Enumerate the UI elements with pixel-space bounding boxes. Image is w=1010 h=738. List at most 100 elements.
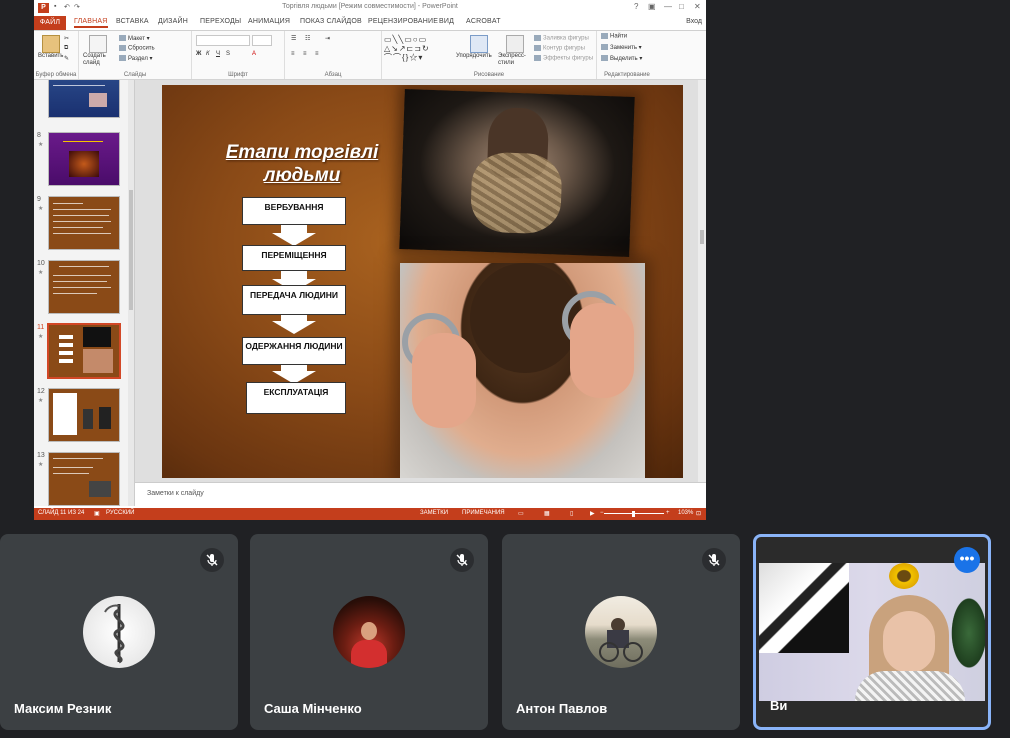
align-right-icon[interactable]: ≡ — [315, 51, 319, 57]
copy-icon[interactable]: ⧉ — [64, 45, 68, 52]
participant-tile[interactable]: Саша Мінченко — [250, 534, 488, 730]
zoom-slider-thumb[interactable] — [632, 511, 635, 517]
thumbnail-7-preview — [48, 80, 120, 118]
thumb-text-line — [53, 467, 93, 468]
avatar — [333, 596, 405, 668]
zoom-out-icon[interactable]: − — [600, 510, 604, 516]
slide-sorter-icon[interactable]: ▦ — [544, 510, 550, 517]
section-button[interactable]: Раздел ▾ — [119, 55, 153, 62]
help-icon[interactable]: ? — [634, 2, 638, 11]
tab-home[interactable]: ГЛАВНАЯ — [74, 18, 108, 28]
format-painter-icon[interactable]: ✎ — [64, 55, 69, 62]
thumb-text-line — [53, 215, 109, 216]
paste-icon[interactable] — [42, 35, 60, 53]
reset-button[interactable]: Сбросить — [119, 45, 155, 52]
step-receipt: ОДЕРЖАННЯ ЛЮДИНИ — [242, 337, 346, 365]
thumb-text-line — [53, 221, 111, 222]
paste-button[interactable]: Вставить — [38, 53, 63, 59]
shape-outline-button[interactable]: Контур фигуры — [534, 45, 585, 52]
quick-styles-button[interactable]: Экспресс-стили — [498, 53, 528, 67]
plant-decoration — [949, 593, 985, 673]
new-slide-button[interactable]: Создать слайд — [83, 53, 117, 67]
more-options-button[interactable]: ••• — [954, 547, 980, 573]
scrollbar-thumb[interactable] — [700, 230, 704, 244]
notes-placeholder: Заметки к слайду — [147, 490, 204, 497]
language-indicator[interactable]: РУССКИЙ — [106, 510, 134, 516]
animation-star-icon: ★ — [38, 398, 44, 404]
tab-animation[interactable]: АНИМАЦИЯ — [248, 18, 290, 25]
layout-button[interactable]: Макет ▾ — [119, 35, 150, 42]
align-left-icon[interactable]: ≡ — [291, 51, 295, 57]
slide-counter: СЛАЙД 11 ИЗ 24 — [38, 510, 85, 516]
numbering-icon[interactable]: ☷ — [305, 35, 310, 42]
italic-button[interactable]: К — [206, 51, 210, 57]
cut-icon[interactable]: ✂ — [64, 35, 69, 42]
thumb-number: 11 — [37, 324, 45, 331]
shape-effects-button[interactable]: Эффекты фигуры — [534, 55, 593, 62]
thumbnail-13-preview — [48, 452, 120, 506]
mic-muted-icon — [702, 548, 726, 572]
underline-button[interactable]: Ч — [216, 51, 220, 57]
notes-pane[interactable]: Заметки к слайду — [135, 482, 706, 509]
animation-star-icon: ★ — [38, 142, 44, 148]
font-color-button[interactable]: A — [252, 51, 256, 57]
reading-view-icon[interactable]: ▯ — [570, 510, 573, 517]
ribbon-options-icon[interactable]: ▣ — [648, 2, 656, 11]
zoom-level[interactable]: 103% — [678, 510, 693, 516]
tab-acrobat[interactable]: ACROBAT — [466, 18, 501, 25]
window-title: Торгівля людьми [Режим совместимости] - … — [282, 3, 458, 10]
current-slide[interactable]: Етапи торгівлі людьми ВЕРБУВАННЯ ПЕРЕМІЩ… — [162, 85, 683, 478]
shadow-button[interactable]: S — [226, 51, 230, 57]
tab-review[interactable]: РЕЦЕНЗИРОВАНИЕ — [368, 18, 438, 25]
new-slide-icon[interactable] — [89, 35, 107, 53]
spellcheck-icon[interactable]: ▣ — [94, 510, 100, 517]
tab-view[interactable]: ВИД — [439, 18, 454, 25]
thumbnails-scrollbar[interactable] — [128, 80, 134, 506]
bold-button[interactable]: Ж — [196, 51, 201, 57]
font-name-input[interactable] — [196, 35, 250, 46]
shared-screen-powerpoint: P ▪ ↶ ↷ Торгівля людьми [Режим совместим… — [34, 0, 706, 520]
shape-fill-button[interactable]: Заливка фигуры — [534, 35, 589, 42]
arrange-icon[interactable] — [470, 35, 488, 53]
slideshow-icon[interactable]: ▶ — [590, 510, 595, 517]
thumb-image — [99, 407, 111, 429]
tab-file[interactable]: ФАЙЛ — [34, 16, 66, 30]
participant-tile[interactable]: Максим Резник — [0, 534, 238, 730]
arrange-button[interactable]: Упорядочить — [456, 53, 492, 59]
find-button[interactable]: Найти — [601, 33, 627, 40]
slide-editor: Етапи торгівлі людьми ВЕРБУВАННЯ ПЕРЕМІЩ… — [135, 80, 706, 482]
ppt-titlebar: P ▪ ↶ ↷ Торгівля людьми [Режим совместим… — [34, 0, 706, 16]
thumb-text-line — [63, 141, 103, 142]
tab-insert[interactable]: ВСТАВКА — [116, 18, 149, 25]
minimize-icon[interactable]: — — [664, 2, 672, 11]
step-transfer: ПЕРЕДАЧА ЛЮДИНИ — [242, 285, 346, 315]
self-sweater — [855, 671, 965, 701]
avatar-face — [361, 622, 377, 640]
fit-slide-icon[interactable]: ⊡ — [696, 510, 701, 517]
participant-tile[interactable]: Антон Павлов — [502, 534, 740, 730]
editor-scrollbar[interactable] — [698, 80, 706, 482]
align-center-icon[interactable]: ≡ — [303, 51, 307, 57]
self-tile[interactable]: ••• Ви — [753, 534, 991, 730]
bullets-icon[interactable]: ☰ — [291, 35, 296, 42]
comments-toggle[interactable]: ПРИМЕЧАНИЯ — [462, 510, 505, 516]
zoom-in-icon[interactable]: + — [666, 510, 670, 516]
quick-styles-icon[interactable] — [506, 35, 524, 53]
select-button[interactable]: Выделить ▾ — [601, 55, 642, 62]
group-label-paragraph: Абзац — [324, 72, 342, 78]
tab-transitions[interactable]: ПЕРЕХОДЫ — [200, 18, 241, 25]
normal-view-icon[interactable]: ▭ — [518, 510, 524, 517]
notes-toggle[interactable]: ЗАМЕТКИ — [420, 510, 448, 516]
sign-in-link[interactable]: Вход — [686, 18, 702, 25]
animation-star-icon: ★ — [38, 462, 44, 468]
font-size-input[interactable] — [252, 35, 272, 46]
indent-icon[interactable]: ⇥ — [325, 35, 330, 42]
replace-button[interactable]: Заменить ▾ — [601, 44, 642, 51]
scrollbar-thumb[interactable] — [129, 190, 133, 310]
tab-design[interactable]: ДИЗАЙН — [158, 18, 188, 25]
maximize-icon[interactable]: □ — [679, 2, 684, 11]
tab-slideshow[interactable]: ПОКАЗ СЛАЙДОВ — [300, 18, 362, 25]
close-icon[interactable]: ✕ — [694, 2, 701, 11]
thumb-image — [83, 409, 93, 429]
shapes-gallery[interactable]: ▭╲╲▭○▭ △↘↗⊏⊐↻ ⌒⌒{}☆▾ — [384, 35, 448, 63]
